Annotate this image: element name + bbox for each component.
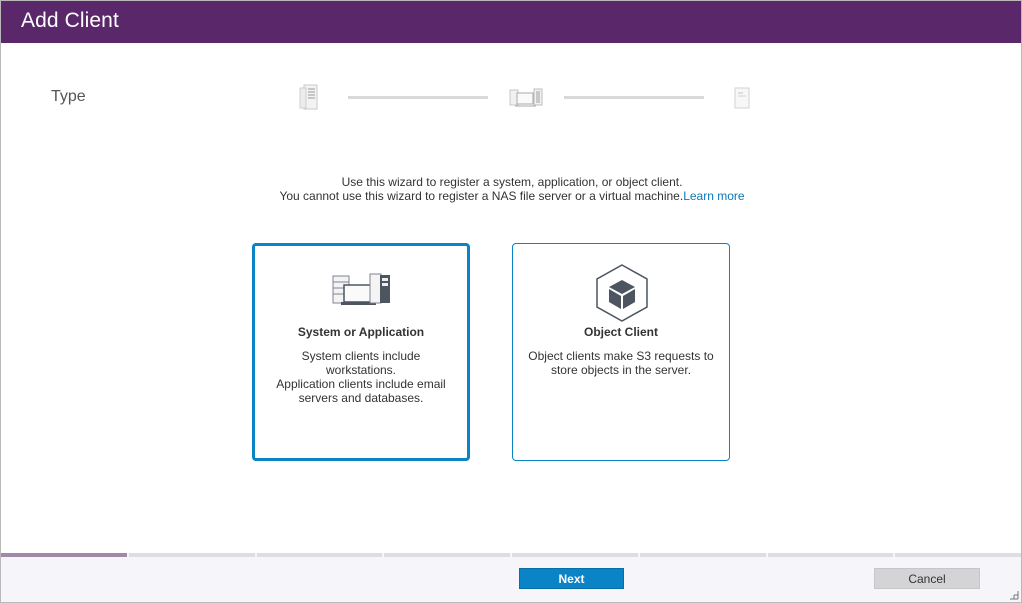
card-title: System or Application xyxy=(297,325,425,339)
card-title: Object Client xyxy=(583,325,658,339)
card-desc-line: Object clients make S3 requests to xyxy=(528,349,714,363)
card-desc-line: servers and databases. xyxy=(298,391,424,405)
card-system-or-application[interactable]: System or Application System clients inc… xyxy=(252,243,470,461)
progress-segment xyxy=(512,553,638,557)
card-description: System clients include workstations. App… xyxy=(265,349,457,405)
progress-segment xyxy=(895,553,1021,557)
add-client-dialog: Add Client Type Use this wizard to regis… xyxy=(0,0,1022,603)
step-label: Type xyxy=(51,88,86,105)
stepper-connector-2 xyxy=(564,96,704,99)
progress-segment xyxy=(384,553,510,557)
progress-segment xyxy=(1,553,127,557)
system-application-icon xyxy=(509,88,543,107)
resize-grip-icon[interactable] xyxy=(1009,590,1019,600)
next-button[interactable]: Next xyxy=(519,568,624,589)
card-desc-line: System clients include workstations. xyxy=(301,349,421,377)
wizard-intro: Use this wizard to register a system, ap… xyxy=(1,175,1022,203)
document-icon xyxy=(734,87,750,109)
dialog-footer: Next Cancel xyxy=(1,553,1021,602)
card-desc-line: store objects in the server. xyxy=(550,363,692,377)
server-icon xyxy=(299,84,318,110)
system-application-icon xyxy=(332,273,390,305)
intro-line-1: Use this wizard to register a system, ap… xyxy=(341,175,683,189)
cancel-button[interactable]: Cancel xyxy=(874,568,980,589)
learn-more-link[interactable]: Learn more xyxy=(683,189,744,203)
progress-segment xyxy=(128,553,255,557)
object-cube-icon xyxy=(596,264,648,322)
progress-segment xyxy=(639,553,766,557)
dialog-title: Add Client xyxy=(21,9,119,32)
stepper-connector-1 xyxy=(348,96,488,99)
progress-segment xyxy=(256,553,383,557)
dialog-titlebar: Add Client xyxy=(1,1,1021,43)
card-description: Object clients make S3 requests to store… xyxy=(523,349,719,377)
intro-line-2-text: You cannot use this wizard to register a… xyxy=(279,189,684,203)
card-object-client[interactable]: Object Client Object clients make S3 req… xyxy=(512,243,730,461)
intro-line-2: You cannot use this wizard to register a… xyxy=(1,189,1022,203)
progress-segment xyxy=(767,553,894,557)
card-desc-line: Application clients include email xyxy=(276,377,446,391)
